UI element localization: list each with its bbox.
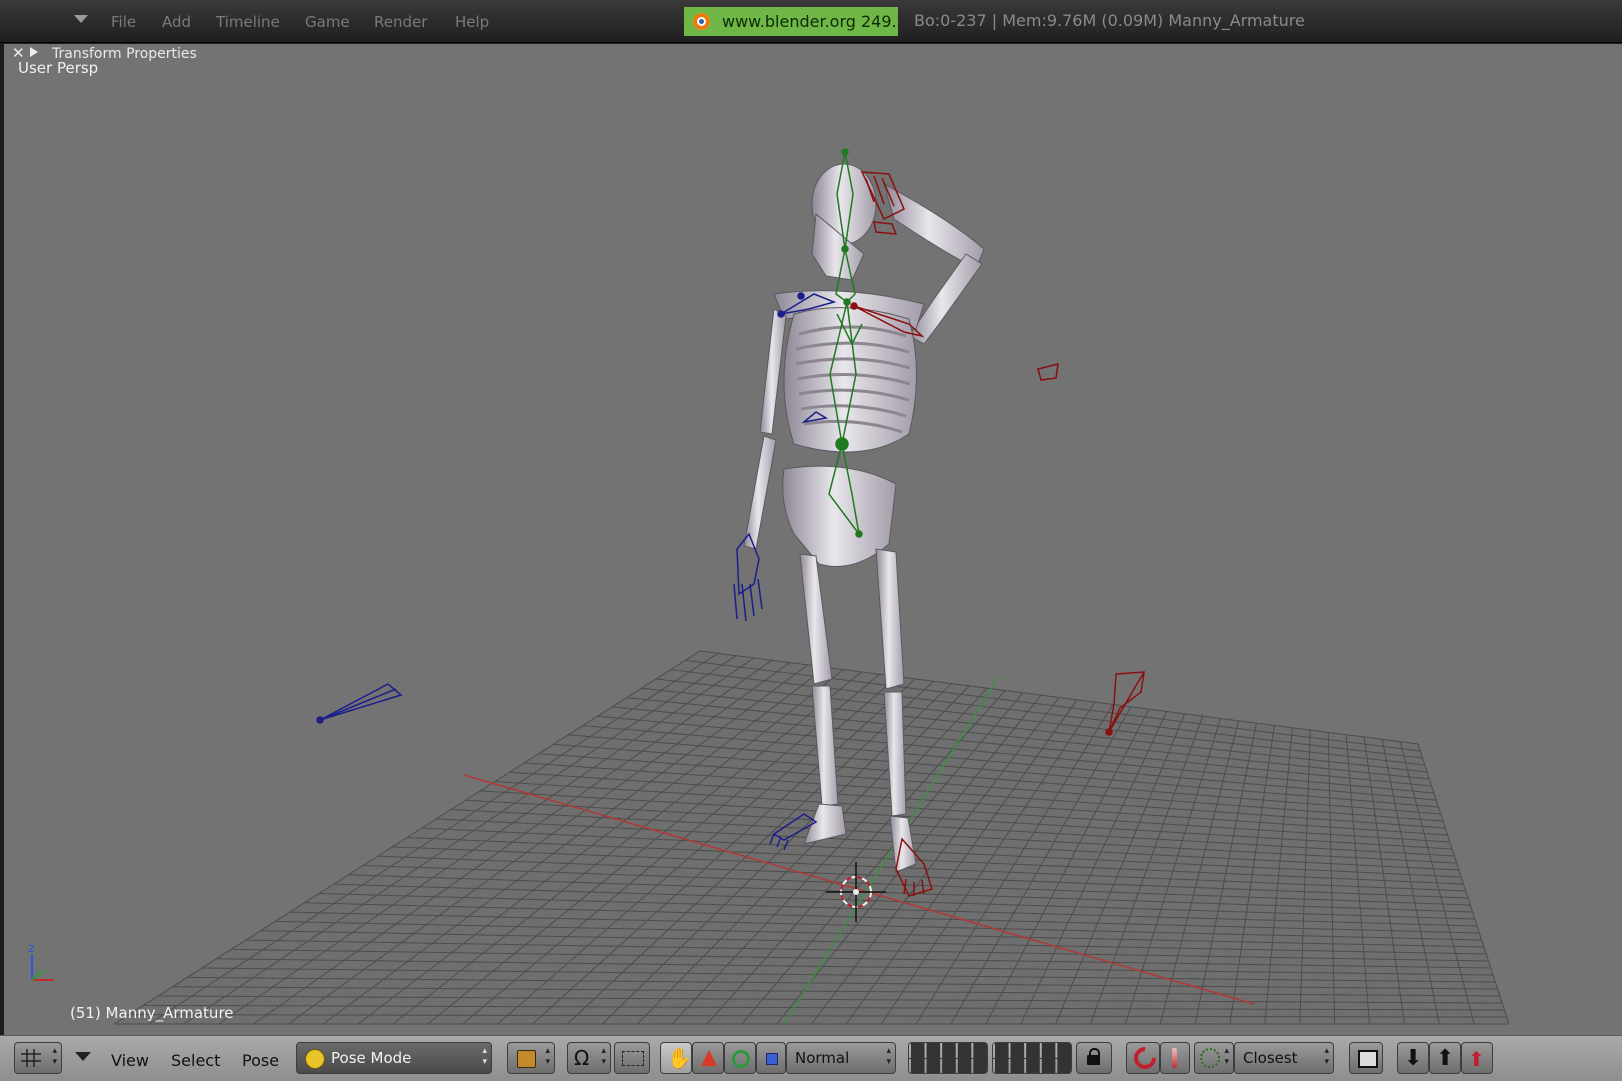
draw-type-button[interactable]: [507, 1042, 555, 1074]
menu-render[interactable]: Render: [374, 13, 427, 31]
render-preview-button[interactable]: [1349, 1042, 1383, 1074]
layer-lock-button[interactable]: [1076, 1042, 1112, 1074]
active-object-label: (51) Manny_Armature: [70, 1004, 234, 1022]
hand-icon: ✋: [667, 1046, 692, 1070]
editor-type-button[interactable]: [14, 1042, 62, 1074]
blender-url-banner[interactable]: www.blender.org 249.2: [684, 7, 898, 36]
paste-flipped-pose-button[interactable]: ⬆: [1461, 1042, 1493, 1074]
blender-logo-icon: [693, 13, 710, 30]
menu-view[interactable]: View: [111, 1051, 149, 1070]
image-icon: [1358, 1050, 1378, 1068]
scale-manipulator-button[interactable]: [756, 1042, 786, 1074]
proportional-edit-button[interactable]: [1160, 1042, 1190, 1074]
lock-shackle: [1089, 1048, 1100, 1058]
mode-selector-value: Pose Mode: [331, 1049, 412, 1067]
mode-selector[interactable]: Pose Mode: [296, 1042, 492, 1074]
snap-target-selector-value: Closest: [1243, 1049, 1298, 1067]
thermometer-icon: [1172, 1048, 1177, 1068]
solid-cube-icon: [517, 1050, 536, 1068]
header-collapse-arrow-icon[interactable]: [74, 15, 88, 23]
pivot-align-button[interactable]: [614, 1042, 650, 1074]
orientation-selector-value: Normal: [795, 1049, 850, 1067]
menu-select[interactable]: Select: [171, 1051, 220, 1070]
axis-gizmo-icon: Z: [28, 944, 54, 981]
info-header: File Add Timeline Game Render Help www.b…: [0, 0, 1622, 43]
arrow-up-icon: ⬆: [1436, 1046, 1455, 1071]
layer-buttons-group-1[interactable]: [908, 1042, 988, 1074]
arrow-down-icon: ⬇: [1404, 1046, 1423, 1071]
menu-add[interactable]: Add: [162, 13, 191, 31]
pivot-button[interactable]: Ω: [567, 1042, 611, 1074]
scale-square-icon: [766, 1053, 778, 1065]
menu-game[interactable]: Game: [305, 13, 350, 31]
copy-pose-button[interactable]: ⬇: [1397, 1042, 1429, 1074]
flip-arrow-icon: ⬆: [1468, 1047, 1485, 1071]
paste-pose-button[interactable]: ⬆: [1429, 1042, 1461, 1074]
pose-mode-icon: [305, 1049, 325, 1069]
grid-editor-icon: [21, 1049, 41, 1067]
magnet-icon: [1129, 1042, 1161, 1074]
scene-stats: Bo:0-237 | Mem:9.76M (0.09M) Manny_Armat…: [914, 11, 1305, 30]
viewport-scene: Z: [28, 148, 1510, 1025]
rotate-circle-icon: [732, 1050, 750, 1068]
menu-pose[interactable]: Pose: [242, 1051, 279, 1070]
view-perspective-label: User Persp: [18, 59, 99, 77]
rotate-manipulator-button[interactable]: [724, 1042, 756, 1074]
triangle-translate-icon: [701, 1050, 717, 1066]
expand-arrow-icon[interactable]: [30, 47, 38, 57]
translate-manipulator-button[interactable]: [692, 1042, 724, 1074]
menu-file[interactable]: File: [111, 13, 136, 31]
snap-target-selector[interactable]: Closest: [1234, 1042, 1334, 1074]
orientation-selector[interactable]: Normal: [786, 1042, 896, 1074]
3d-viewport[interactable]: Z ✕ Transform Properties User Persp (51) …: [4, 44, 1622, 1035]
menu-timeline[interactable]: Timeline: [216, 13, 280, 31]
menu-help[interactable]: Help: [455, 13, 489, 31]
manipulator-toggle-button[interactable]: ✋: [660, 1042, 692, 1074]
header-collapse-icon[interactable]: [75, 1052, 91, 1061]
pivot-omega-icon: Ω: [574, 1046, 590, 1070]
snap-element-button[interactable]: [1194, 1042, 1234, 1074]
align-dots-icon: [622, 1051, 644, 1066]
layer-buttons-group-2[interactable]: [992, 1042, 1072, 1074]
snap-target-icon: [1200, 1048, 1220, 1068]
snap-toggle-button[interactable]: [1126, 1042, 1161, 1074]
3d-view-header: View Select Pose Pose Mode Ω ✋ Normal: [0, 1035, 1622, 1081]
blender-url-text: www.blender.org 249.2: [722, 12, 898, 31]
axis-z-label: Z: [28, 944, 35, 955]
